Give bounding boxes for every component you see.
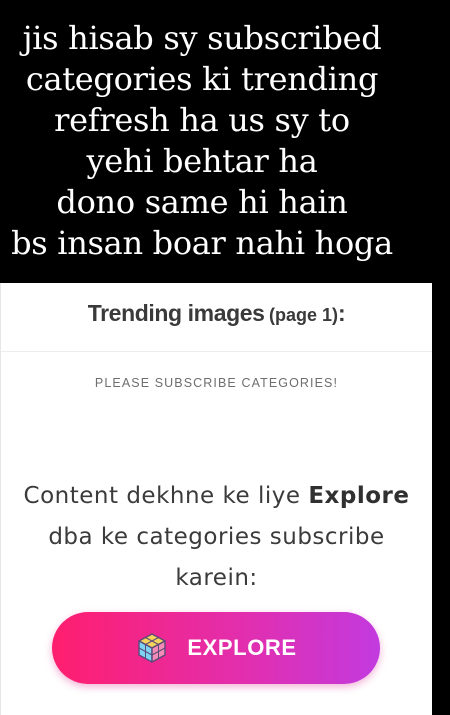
cube-icon [135, 631, 169, 665]
message-text-2: dba ke categories subscribe karein: [48, 524, 385, 591]
page-indicator: (page 1) [268, 305, 338, 325]
caption-line: refresh ha us sy to [54, 101, 350, 139]
caption-line: dono same hi hain [56, 183, 348, 221]
caption-line: yehi behtar ha [86, 142, 318, 180]
title-suffix: : [337, 300, 346, 326]
caption-line: bs insan boar nahi hoga [11, 224, 393, 262]
explore-message: Content dekhne ke liye Explore dba ke ca… [7, 476, 427, 599]
panel-header: Trending images (page 1): [1, 283, 432, 352]
meme-caption: jis hisab sy subscribed categories ki tr… [0, 18, 404, 264]
explore-button[interactable]: EXPLORE [52, 612, 380, 684]
message-text-1: Content dekhne ke liye [23, 483, 309, 509]
panel-title: Trending images [87, 300, 265, 326]
subscribe-notice: PLEASE SUBSCRIBE CATEGORIES! [94, 376, 339, 390]
caption-line: categories ki trending [25, 60, 379, 98]
explore-button-label: EXPLORE [187, 635, 297, 660]
trending-panel: Trending images (page 1): PLEASE SUBSCRI… [0, 283, 432, 715]
message-explore-word: Explore [308, 483, 410, 509]
caption-line: jis hisab sy subscribed [22, 19, 382, 57]
